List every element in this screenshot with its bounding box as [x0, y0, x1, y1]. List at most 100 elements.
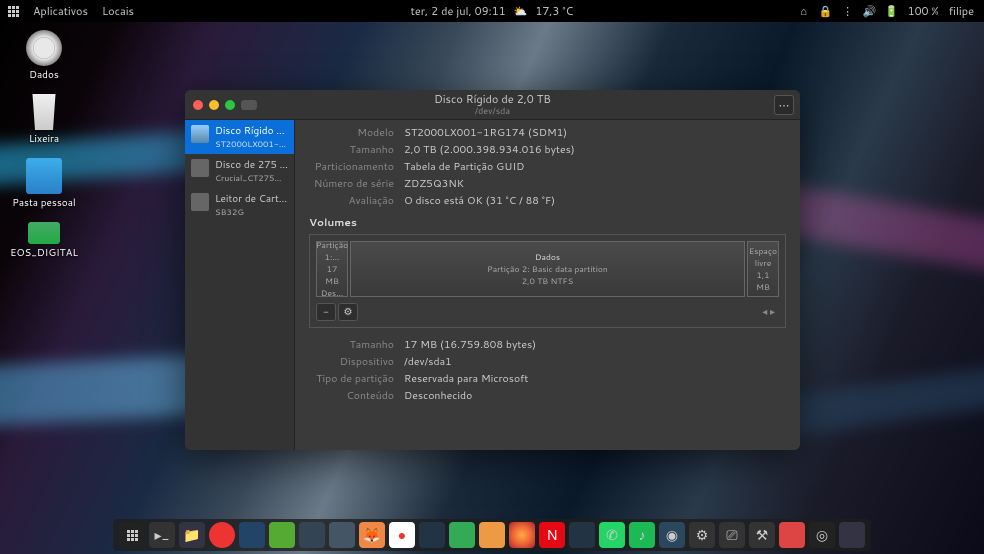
- battery-icon[interactable]: 🔋: [886, 5, 898, 17]
- volume-nav-arrows[interactable]: ◂ ▸: [762, 305, 779, 319]
- dock-app-terminal[interactable]: ▸_: [149, 522, 175, 548]
- sidebar-item-disk-275gb[interactable]: Disco de 275 GB Crucial_CT275MX300SSD4: [185, 154, 294, 188]
- sidebar-item-label: Disco de 275 GB: [215, 158, 288, 172]
- desktop-icons: Dados Lixeira Pasta pessoal EOS_DIGITAL: [12, 30, 76, 260]
- sdcard-icon: [28, 222, 60, 244]
- wifi-icon[interactable]: ⋮: [842, 5, 854, 17]
- volume-icon[interactable]: 🔊: [864, 5, 876, 17]
- dock-app-files[interactable]: 📁: [179, 522, 205, 548]
- dots-icon: ⋯: [779, 97, 790, 113]
- serial-label: Número de série: [309, 177, 394, 191]
- dock-app-generic4[interactable]: [329, 522, 355, 548]
- dock-app-spotify[interactable]: ♪: [629, 522, 655, 548]
- trash-icon: [26, 94, 62, 130]
- maximize-button[interactable]: [225, 100, 235, 110]
- model-value: ST2000LX001-1RG174 (SDM1): [404, 126, 567, 140]
- dock-app-generic1[interactable]: [239, 522, 265, 548]
- dock-app-steam[interactable]: ◉: [659, 522, 685, 548]
- dock-app-generic7[interactable]: [449, 522, 475, 548]
- vol-size-value: 17 MB (16.759.808 bytes): [404, 338, 536, 352]
- dock-app-generic12[interactable]: [839, 522, 865, 548]
- dock-app-settings[interactable]: ⚙: [689, 522, 715, 548]
- dock-app-instagram[interactable]: [509, 522, 535, 548]
- clock[interactable]: ter, 2 de jul, 09:11: [411, 3, 506, 19]
- window-controls: [185, 100, 257, 110]
- assessment-label: Avaliação: [309, 194, 394, 208]
- dock: ▸_ 📁 🦊 ● N ✆ ♪ ◉ ⚙ ⎚ ⚒ ◎: [113, 519, 871, 551]
- dock-app-firefox[interactable]: 🦊: [359, 522, 385, 548]
- volume-name: Partição 1:…: [316, 239, 348, 263]
- desktop-icon-eos[interactable]: EOS_DIGITAL: [12, 222, 76, 260]
- sidebar-item-sublabel: ST2000LX001-1RG174: [215, 138, 288, 150]
- lock-icon[interactable]: 🔒: [820, 5, 832, 17]
- hamburger-menu-button[interactable]: ⋯: [774, 95, 794, 115]
- volume-partition-1[interactable]: Partição 1:… 17 MB Des…: [316, 241, 348, 297]
- dock-app-whatsapp[interactable]: ✆: [599, 522, 625, 548]
- desktop-label: EOS_DIGITAL: [10, 246, 78, 260]
- dock-app-record[interactable]: [209, 522, 235, 548]
- sidebar-item-sdcard[interactable]: Leitor de Cartão de SD SB32G: [185, 188, 294, 222]
- dock-app-generic8[interactable]: [479, 522, 505, 548]
- volume-desc: Partição 2: Basic data partition: [487, 263, 608, 275]
- detail-panel: Modelo ST2000LX001-1RG174 (SDM1) Tamanho 2…: [295, 120, 800, 450]
- dock-app-generic9[interactable]: [569, 522, 595, 548]
- volume-size: 2,0 TB NTFS: [522, 275, 573, 287]
- vol-content-label: Conteúdo: [309, 389, 394, 403]
- activities-icon[interactable]: [8, 6, 19, 17]
- sidebar-item-label: Leitor de Cartão de SD: [215, 192, 288, 206]
- desktop-icon-dados[interactable]: Dados: [12, 30, 76, 82]
- device-sidebar: Disco Rígido de 2,0 TB ST2000LX001-1RG17…: [185, 120, 295, 450]
- vol-device-value: /dev/sda1: [404, 355, 452, 369]
- sidebar-item-disk-2tb[interactable]: Disco Rígido de 2,0 TB ST2000LX001-1RG17…: [185, 120, 294, 154]
- partition-settings-button[interactable]: ⚙: [338, 303, 358, 321]
- dock-app-generic6[interactable]: [419, 522, 445, 548]
- username[interactable]: filipe: [949, 3, 974, 19]
- size-value: 2,0 TB (2.000.398.934.016 bytes): [404, 143, 575, 157]
- dock-app-showapps[interactable]: [119, 522, 145, 548]
- titlebar[interactable]: Disco Rígido de 2,0 TB /dev/sda ⋯: [185, 90, 800, 120]
- sdcard-icon: [191, 193, 209, 211]
- disk-icon: [26, 30, 62, 66]
- volume-name: Espaço livre: [749, 245, 777, 269]
- model-label: Modelo: [309, 126, 394, 140]
- desktop-icon-home[interactable]: Pasta pessoal: [12, 158, 76, 210]
- desktop-label: Lixeira: [29, 132, 59, 146]
- tray-icon[interactable]: ⌂: [798, 5, 810, 17]
- partitioning-label: Particionamento: [309, 160, 394, 174]
- volume-partition-2[interactable]: Dados Partição 2: Basic data partition 2…: [350, 241, 745, 297]
- serial-value: ZDZ5Q3NK: [404, 177, 464, 191]
- unmount-button[interactable]: −: [316, 303, 336, 321]
- size-label: Tamanho: [309, 143, 394, 157]
- menu-places[interactable]: Locais: [102, 3, 134, 19]
- top-panel: Aplicativos Locais ter, 2 de jul, 09:11 …: [0, 0, 984, 22]
- gear-icon: ⚙: [344, 305, 353, 319]
- partitioning-value: Tabela de Partição GUID: [404, 160, 524, 174]
- volume-size: 17 MB Des…: [319, 263, 345, 299]
- dock-app-generic2[interactable]: [269, 522, 295, 548]
- dock-app-netflix[interactable]: N: [539, 522, 565, 548]
- volumes-section: Partição 1:… 17 MB Des… Dados Partição 2…: [309, 234, 786, 328]
- dock-app-generic11[interactable]: [779, 522, 805, 548]
- minimize-button[interactable]: [209, 100, 219, 110]
- window-extra-button[interactable]: [241, 100, 257, 110]
- battery-percent: 100 %: [908, 3, 939, 19]
- vol-device-label: Dispositivo: [309, 355, 394, 369]
- vol-ptype-label: Tipo de partição: [309, 372, 394, 386]
- close-button[interactable]: [193, 100, 203, 110]
- vol-content-value: Desconhecido: [404, 389, 472, 403]
- volume-name: Dados: [535, 251, 560, 263]
- folder-icon: [26, 158, 62, 194]
- sidebar-item-label: Disco Rígido de 2,0 TB: [215, 124, 288, 138]
- desktop-label: Dados: [29, 68, 59, 82]
- dock-app-generic5[interactable]: ●: [389, 522, 415, 548]
- dock-app-generic10[interactable]: ⎚: [719, 522, 745, 548]
- dock-app-tweaks[interactable]: ⚒: [749, 522, 775, 548]
- dock-app-generic3[interactable]: [299, 522, 325, 548]
- hdd-icon: [191, 125, 209, 143]
- window-subtitle: /dev/sda: [434, 106, 551, 117]
- desktop-icon-lixeira[interactable]: Lixeira: [12, 94, 76, 146]
- sidebar-item-sublabel: Crucial_CT275MX300SSD4: [215, 172, 288, 184]
- menu-applications[interactable]: Aplicativos: [33, 3, 88, 19]
- dock-app-disks[interactable]: ◎: [809, 522, 835, 548]
- volume-free-space[interactable]: Espaço livre 1,1 MB: [747, 241, 779, 297]
